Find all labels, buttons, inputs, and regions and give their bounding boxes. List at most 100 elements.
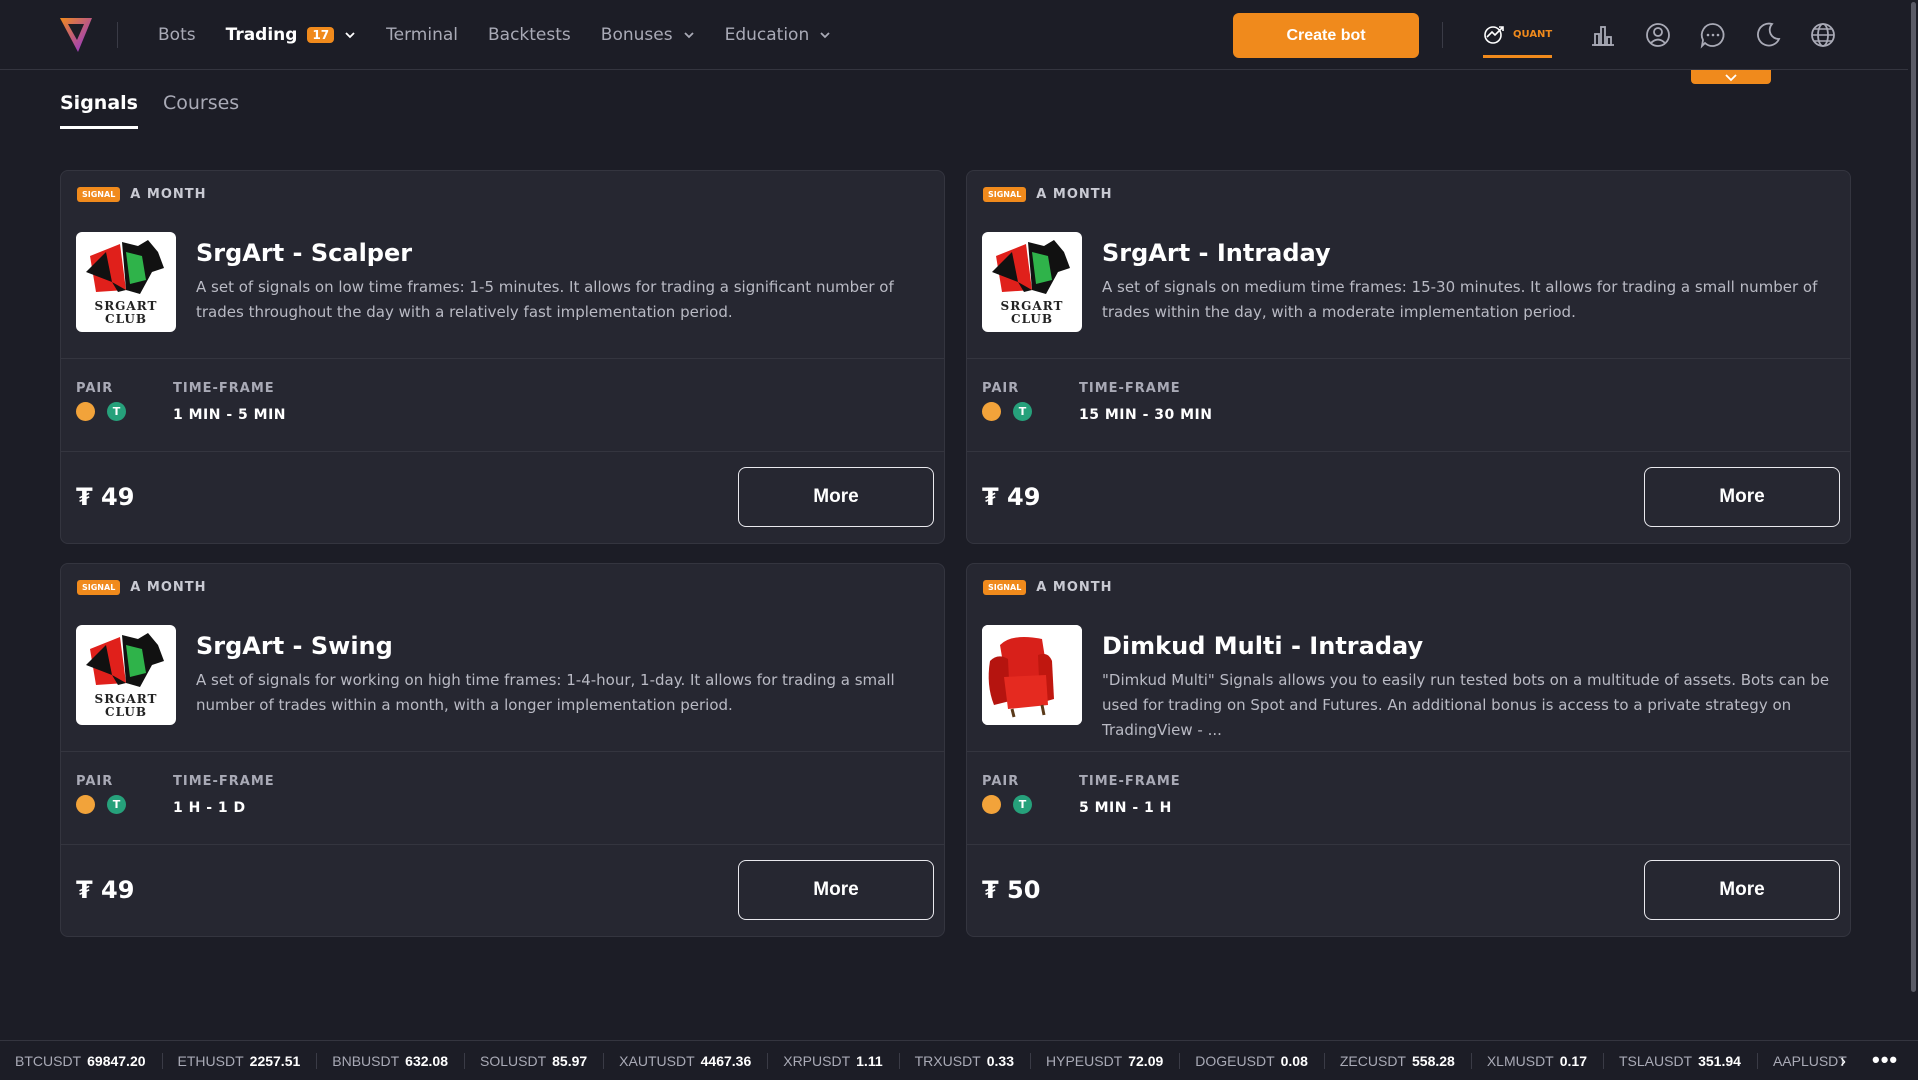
card-title: SrgArt - Swing — [196, 632, 393, 660]
timeframe-value: 1 H - 1 D — [173, 800, 246, 816]
ticker-price: 558.28 — [1412, 1052, 1455, 1069]
trading-count-badge: 17 — [307, 27, 335, 43]
timeframe-label: TIME-FRAME — [1079, 381, 1181, 396]
price: ₮ 50 — [982, 876, 1041, 904]
nav-item-education[interactable]: Education — [725, 25, 832, 45]
top-navbar: Bots Trading 17 Terminal Backtests Bonus… — [0, 0, 1918, 70]
tether-coin-icon: T — [107, 402, 126, 421]
signal-card: SIGNAL A MONTH SRGART CLUB SrgArt - Intr… — [966, 170, 1851, 544]
bar-chart-icon[interactable] — [1589, 21, 1617, 49]
pair-label: PAIR — [982, 381, 1020, 396]
content-tabs: Signals Courses — [60, 92, 239, 129]
subscription-period: A MONTH — [130, 187, 207, 202]
srgart-club-logo: SRGART CLUB — [76, 232, 176, 332]
ticker-item[interactable]: XAUTUSDT 4467.36 — [619, 1052, 769, 1069]
price: ₮ 49 — [982, 483, 1041, 511]
armchair-image — [982, 625, 1082, 725]
red-armchair-icon — [982, 625, 1082, 725]
nav-divider — [117, 22, 118, 48]
price-ticker: BTCUSDT 69847.20 ETHUSDT 2257.51 BNBUSDT 63… — [0, 1040, 1918, 1080]
card-description: "Dimkud Multi" Signals allows you to eas… — [1102, 671, 1830, 739]
signal-card: SIGNAL A MONTH SRGART CLUB SrgArt - Swin… — [60, 563, 945, 937]
ticker-item[interactable]: ZECUSDT 558.28 — [1339, 1052, 1472, 1069]
more-button[interactable]: More — [738, 467, 934, 527]
logo-icon[interactable] — [58, 14, 94, 54]
scrollbar-thumb[interactable] — [1911, 2, 1916, 992]
ticker-item[interactable]: BNBUSDT 632.08 — [332, 1052, 465, 1069]
signal-tag: SIGNAL — [77, 187, 121, 202]
ticker-price: 351.94 — [1698, 1052, 1741, 1069]
ticker-item[interactable]: TRXUSDT 0.33 — [914, 1052, 1031, 1069]
more-button[interactable]: More — [1644, 467, 1840, 527]
subscription-period: A MONTH — [1036, 187, 1113, 202]
ticker-item[interactable]: BTCUSDT 69847.20 — [15, 1052, 163, 1069]
ticker-symbol: XLMUSDT — [1486, 1052, 1554, 1069]
globe-icon[interactable] — [1809, 21, 1837, 49]
nav-label: Education — [724, 25, 810, 45]
timeframe-value: 15 MIN - 30 MIN — [1079, 407, 1213, 423]
ticker-symbol: XRPUSDT — [783, 1052, 851, 1069]
ticker-symbol: TRXUSDT — [914, 1052, 981, 1069]
ticker-price: 4467.36 — [700, 1052, 752, 1069]
ticker-item[interactable]: AAPLUSDT — [1773, 1053, 1869, 1069]
expand-panel-tab[interactable] — [1691, 70, 1771, 84]
tab-courses[interactable]: Courses — [163, 92, 239, 129]
ticker-symbol: BNBUSDT — [332, 1052, 400, 1069]
ticker-symbol: TSLAUSDT — [1618, 1052, 1693, 1069]
nav-item-backtests[interactable]: Backtests — [488, 25, 571, 45]
nav-label: Bonuses — [600, 25, 673, 45]
ticker-symbol: SOLUSDT — [480, 1052, 547, 1069]
ticker-item[interactable]: TSLAUSDT 351.94 — [1618, 1052, 1758, 1069]
ticker-symbol: DOGEUSDT — [1195, 1052, 1275, 1069]
user-icon[interactable] — [1644, 21, 1672, 49]
nav-label: Backtests — [488, 25, 571, 45]
ticker-item[interactable]: HYPEUSDT 72.09 — [1046, 1052, 1181, 1069]
card-description: A set of signals on medium time frames: … — [1102, 278, 1818, 321]
subscription-period: A MONTH — [130, 580, 207, 595]
ticker-item[interactable]: XLMUSDT 0.17 — [1486, 1052, 1604, 1069]
ticker-symbol: AAPLUSDT — [1772, 1052, 1847, 1069]
ticker-price: 0.33 — [986, 1052, 1014, 1069]
nav-label: Trading — [225, 25, 298, 45]
more-button[interactable]: More — [738, 860, 934, 920]
ticker-item[interactable]: XRPUSDT 1.11 — [783, 1052, 900, 1069]
ticker-price: 85.97 — [552, 1052, 588, 1069]
price: ₮ 49 — [76, 483, 135, 511]
nav-item-terminal[interactable]: Terminal — [386, 25, 458, 45]
quant-label: QUANT — [1513, 29, 1553, 40]
signal-card: SIGNAL A MONTH SRGART CLUB SrgArt - Scal… — [60, 170, 945, 544]
chevron-down-icon — [1725, 74, 1737, 82]
tether-coin-icon: T — [1013, 795, 1032, 814]
main-nav: Bots Trading 17 Terminal Backtests Bonus… — [158, 0, 861, 70]
tab-signals[interactable]: Signals — [60, 92, 138, 129]
card-description: A set of signals for working on high tim… — [196, 671, 895, 714]
ticker-item[interactable]: DOGEUSDT 0.08 — [1195, 1052, 1325, 1069]
nav-item-bonuses[interactable]: Bonuses — [601, 25, 695, 45]
ticker-item[interactable]: SOLUSDT 85.97 — [480, 1052, 605, 1069]
pair-label: PAIR — [76, 381, 114, 396]
srgart-club-logo: SRGART CLUB — [76, 625, 176, 725]
timeframe-label: TIME-FRAME — [173, 774, 275, 789]
moon-icon[interactable] — [1754, 21, 1782, 49]
ticker-symbol: ZECUSDT — [1339, 1052, 1406, 1069]
ticker-price: 0.17 — [1559, 1052, 1587, 1069]
ticker-price: 2257.51 — [249, 1052, 301, 1069]
btc-coin-icon — [76, 795, 95, 814]
chevron-down-icon — [345, 32, 355, 39]
more-button[interactable]: More — [1644, 860, 1840, 920]
create-bot-button[interactable]: Create bot — [1233, 13, 1419, 58]
tether-coin-icon: T — [1013, 402, 1032, 421]
chevron-right-icon[interactable]: › — [1840, 1051, 1846, 1072]
chat-icon[interactable] — [1699, 21, 1727, 49]
ticker-price: 0.08 — [1280, 1052, 1308, 1069]
quant-chart-icon — [1484, 25, 1504, 44]
ticker-item[interactable]: ETHUSDT 2257.51 — [178, 1052, 318, 1069]
timeframe-value: 1 MIN - 5 MIN — [173, 407, 287, 423]
nav-item-trading[interactable]: Trading 17 — [226, 25, 357, 45]
nav-item-bots[interactable]: Bots — [158, 25, 196, 45]
quant-button[interactable]: QUANT — [1483, 20, 1553, 58]
more-dots-icon[interactable]: ••• — [1872, 1047, 1898, 1073]
chevron-down-icon — [820, 32, 830, 39]
nav-divider — [1442, 22, 1443, 48]
signal-tag: SIGNAL — [983, 187, 1027, 202]
